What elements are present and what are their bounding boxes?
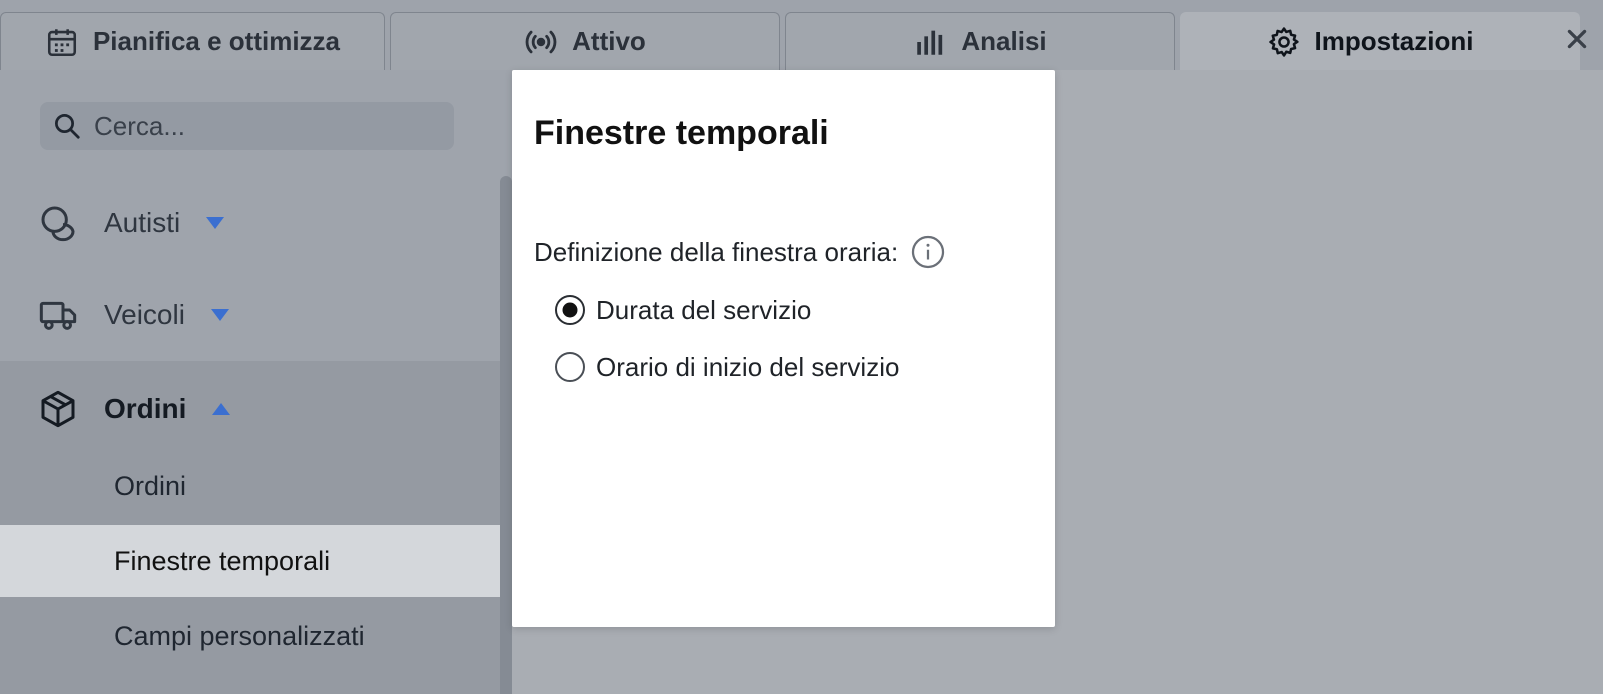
sidebar-group-veicoli[interactable]: Veicoli	[0, 269, 500, 361]
bar-chart-icon	[917, 30, 943, 55]
time-window-definition-label: Definizione della finestra oraria:	[534, 234, 946, 270]
search-box	[40, 102, 454, 150]
tab-attivo[interactable]: Attivo	[390, 12, 780, 70]
sidebar-group-ordini[interactable]: Ordini	[0, 363, 500, 455]
sidebar: Autisti Veicoli Ordini Ordini Finestre t…	[0, 70, 512, 694]
sidebar-scrollbar[interactable]	[500, 176, 512, 694]
tab-impostazioni[interactable]: Impostazioni	[1180, 12, 1580, 70]
close-icon	[1567, 29, 1587, 49]
chevron-down-icon	[206, 217, 225, 229]
tab-label: Attivo	[572, 26, 646, 56]
sidebar-group-label: Autisti	[104, 207, 181, 238]
tab-analisi[interactable]: Analisi	[785, 12, 1175, 70]
orders-section: Ordini Ordini Finestre temporali Campi p…	[0, 361, 512, 694]
info-icon[interactable]	[910, 234, 946, 270]
tab-label: Impostazioni	[1314, 26, 1474, 56]
sidebar-item-label: Ordini	[114, 470, 187, 501]
chevron-down-icon	[210, 309, 229, 321]
gear-icon	[1268, 26, 1299, 57]
sidebar-item-label: Finestre temporali	[114, 545, 331, 576]
radio-unselected-icon[interactable]	[554, 351, 586, 383]
search-input[interactable]	[92, 109, 436, 143]
calendar-icon	[47, 28, 76, 56]
radio-label: Durata del servizio	[596, 294, 812, 325]
box-icon	[41, 390, 75, 428]
sidebar-item-label: Campi personalizzati	[114, 620, 365, 651]
sidebar-item-ordini[interactable]: Ordini	[0, 450, 512, 522]
radio-service-start-time[interactable]: Orario di inizio del servizio	[554, 351, 899, 383]
tab-label: Pianifica e ottimizza	[92, 26, 341, 56]
tab-bar: Pianifica e ottimizza Attivo Analisi Imp…	[0, 0, 1603, 70]
panel-title: Finestre temporali	[534, 114, 829, 152]
driver-icon	[41, 206, 75, 242]
chevron-up-icon	[212, 403, 231, 415]
search-icon	[55, 114, 80, 139]
radio-service-duration[interactable]: Durata del servizio	[554, 294, 811, 326]
tab-label: Analisi	[961, 26, 1047, 56]
sidebar-item-finestre-temporali[interactable]: Finestre temporali	[0, 525, 512, 597]
field-label-text: Definizione della finestra oraria:	[534, 236, 899, 267]
sidebar-item-campi-personalizzati[interactable]: Campi personalizzati	[0, 600, 512, 672]
broadcast-icon	[525, 30, 557, 53]
tab-pianifica[interactable]: Pianifica e ottimizza	[0, 12, 385, 70]
sidebar-group-autisti[interactable]: Autisti	[0, 177, 500, 269]
sidebar-group-label: Ordini	[104, 393, 187, 424]
sidebar-group-label: Veicoli	[104, 299, 185, 330]
truck-icon	[39, 301, 77, 330]
radio-label: Orario di inizio del servizio	[596, 351, 900, 382]
close-button[interactable]	[1560, 22, 1594, 56]
radio-selected-icon[interactable]	[554, 294, 586, 326]
time-windows-panel: Finestre temporali Definizione della fin…	[512, 70, 1055, 627]
